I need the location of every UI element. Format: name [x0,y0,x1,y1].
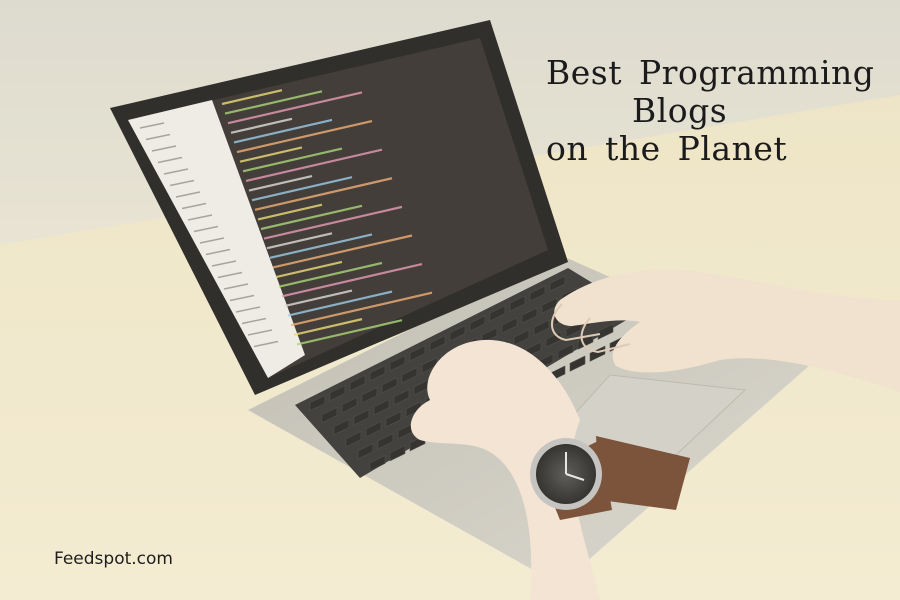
brand-watermark: Feedspot.com [54,549,173,569]
title-line-3: on the Planet [546,129,788,168]
hero-image: Best Programming Blogs on the Planet Fee… [0,0,900,600]
title-line-1: Best Programming [546,53,875,92]
page-title: Best Programming Blogs on the Planet [546,53,875,168]
title-line-2: Blogs [632,91,728,130]
